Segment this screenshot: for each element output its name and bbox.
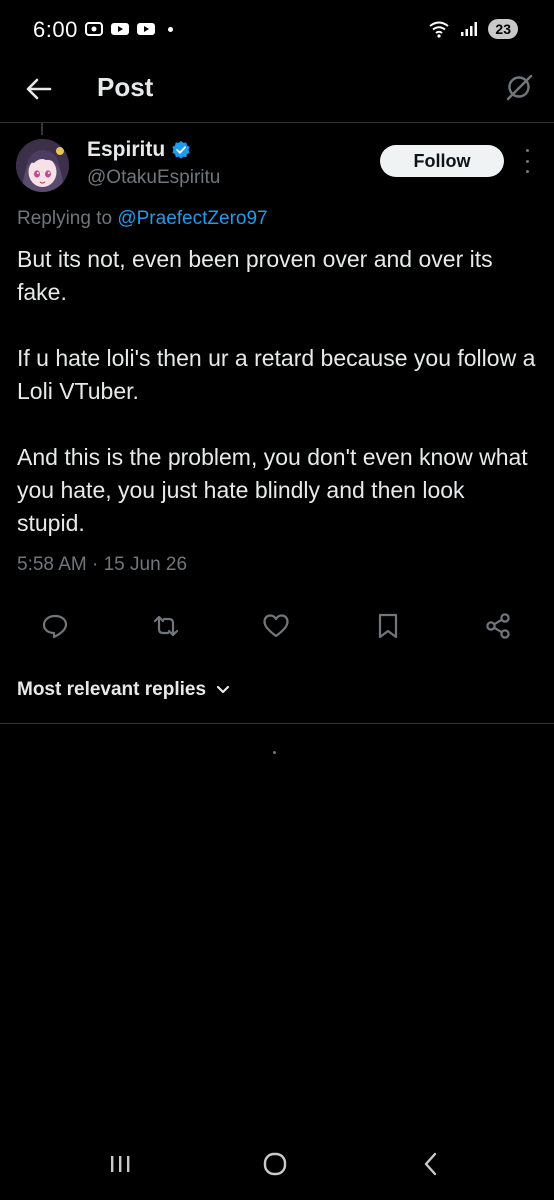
home-icon	[263, 1152, 287, 1176]
reply-button[interactable]	[40, 611, 70, 641]
post-paragraph: If u hate loli's then ur a retard becaus…	[17, 345, 536, 404]
anime-avatar-image	[16, 139, 69, 192]
divider	[0, 723, 554, 724]
post-timestamp[interactable]: 5:58 AM · 15 Jun 26	[17, 554, 187, 576]
page-title: Post	[97, 72, 154, 102]
like-icon	[263, 614, 289, 638]
home-button[interactable]	[255, 1144, 295, 1184]
arrow-left-icon	[26, 78, 52, 100]
share-button[interactable]	[483, 611, 513, 641]
status-bar: 6:00 23	[0, 0, 554, 62]
more-options-icon[interactable]	[519, 149, 535, 173]
reply-icon	[42, 614, 68, 639]
replying-to-link[interactable]: @PraefectZero97	[117, 208, 267, 229]
avatar[interactable]	[16, 139, 69, 192]
status-notification-icons	[84, 21, 173, 37]
youtube-icon-2	[137, 23, 155, 35]
repost-icon	[153, 615, 179, 637]
system-nav-bar	[0, 1130, 554, 1200]
repost-button[interactable]	[151, 611, 181, 641]
post-body: But its not, even been proven over and o…	[17, 243, 537, 540]
replying-prefix: Replying to	[17, 208, 118, 229]
author-display-name[interactable]: Espiritu	[87, 138, 165, 162]
bookmark-button[interactable]	[373, 611, 403, 641]
author-name-row[interactable]: Espiritu	[87, 138, 191, 162]
post-paragraph: And this is the problem, you don't even …	[17, 444, 528, 536]
battery-indicator: 23	[488, 19, 518, 39]
post-paragraph: But its not, even been proven over and o…	[17, 246, 493, 305]
bookmark-icon	[378, 613, 398, 639]
chevron-left-icon	[424, 1152, 437, 1176]
recent-apps-icon	[111, 1156, 130, 1172]
verified-badge-icon	[172, 140, 190, 159]
author-handle[interactable]: @OtakuEspiritu	[87, 167, 220, 189]
follow-button[interactable]: Follow	[380, 145, 504, 177]
replies-sort-dropdown[interactable]: Most relevant replies	[17, 679, 230, 701]
wifi-icon	[429, 21, 450, 38]
recent-apps-button[interactable]	[100, 1144, 140, 1184]
grok-button[interactable]	[502, 70, 536, 104]
chevron-down-icon	[216, 685, 230, 694]
system-back-button[interactable]	[411, 1144, 451, 1184]
youtube-icon	[111, 23, 129, 35]
status-system-icons: 23	[428, 19, 518, 39]
more-notifications-dot	[168, 26, 173, 32]
post-actions	[0, 611, 554, 643]
grok-icon	[506, 74, 533, 101]
replies-sort-label: Most relevant replies	[17, 679, 207, 700]
status-time: 6:00	[33, 17, 78, 42]
screenshot-icon	[85, 22, 103, 36]
top-header: Post	[0, 62, 554, 123]
back-button[interactable]	[22, 72, 56, 106]
loading-indicator	[273, 751, 276, 754]
thread-connector-line	[41, 123, 43, 135]
like-button[interactable]	[261, 611, 291, 641]
share-icon	[486, 613, 510, 639]
screen: 6:00 23 Post Espiritu @OtakuEspiritu Fol…	[0, 0, 554, 1200]
replying-to-line: Replying to @PraefectZero97	[17, 208, 268, 230]
signal-icon	[461, 22, 478, 36]
